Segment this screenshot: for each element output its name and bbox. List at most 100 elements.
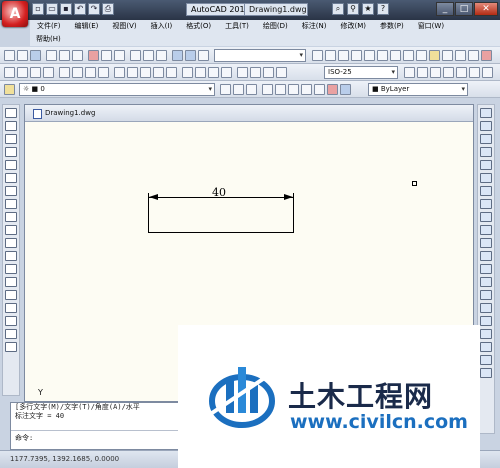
layer-properties-icon[interactable] [4,84,15,95]
extend-icon[interactable] [480,238,492,248]
polyline-draw-icon[interactable] [5,134,17,144]
cloud-icon[interactable] [5,199,17,209]
workspace-combo[interactable] [214,49,306,62]
hatch-draw-icon[interactable] [5,290,17,300]
dim-style-manager-icon[interactable] [404,67,415,78]
lengthen-icon[interactable] [480,355,492,365]
polyline-icon[interactable] [338,50,349,61]
stretch-icon[interactable] [480,212,492,222]
explode-icon[interactable] [480,316,492,326]
array-modify-icon[interactable] [480,160,492,170]
array-icon[interactable] [469,67,480,78]
diameter-icon[interactable] [85,67,96,78]
star-icon[interactable]: ★ [362,3,374,15]
mirror-icon[interactable] [443,67,454,78]
save-tool-icon[interactable] [30,50,41,61]
open-file-icon[interactable]: ▭ [46,3,58,15]
menu-modify[interactable]: 修改(M) [333,20,373,33]
zoom-icon[interactable] [185,50,196,61]
open-icon[interactable] [17,50,28,61]
redo-icon[interactable]: ↷ [88,3,100,15]
aligned-dim-icon[interactable] [17,67,28,78]
spline-draw-icon[interactable] [5,212,17,222]
fillet-icon[interactable] [480,303,492,313]
redo-tool-icon[interactable] [156,50,167,61]
menu-help[interactable]: 帮助(H) [30,33,67,46]
linear-dim-icon[interactable] [4,67,15,78]
menu-parametric[interactable]: 参数(P) [373,20,411,33]
mtext-icon[interactable] [5,342,17,352]
make-block-icon[interactable] [455,50,466,61]
pedit-icon[interactable] [480,329,492,339]
trim-icon[interactable] [480,225,492,235]
menu-dimension[interactable]: 标注(N) [295,20,334,33]
visual-style-wire-icon[interactable] [288,84,299,95]
move-icon[interactable] [417,67,428,78]
join-icon[interactable] [480,277,492,287]
table-icon[interactable] [5,329,17,339]
preview-icon[interactable] [59,50,70,61]
jogged-linear-icon[interactable] [221,67,232,78]
save-icon[interactable]: ▪ [60,3,72,15]
mirror-modify-icon[interactable] [480,134,492,144]
print-icon[interactable]: ⎙ [102,3,114,15]
drawing-tab[interactable]: Drawing1.dwg [25,105,473,122]
revcloud-icon[interactable] [403,50,414,61]
continue-icon[interactable] [140,67,151,78]
dim-break-icon[interactable] [166,67,177,78]
help-icon[interactable]: ? [377,3,389,15]
dimension-line[interactable] [148,197,294,198]
plot-icon[interactable] [46,50,57,61]
publish-icon[interactable] [72,50,83,61]
insert-block-icon[interactable] [442,50,453,61]
rotate-icon[interactable] [482,67,493,78]
ellipse-arc-icon[interactable] [5,238,17,248]
move-modify-icon[interactable] [480,173,492,183]
layer-walk-icon[interactable] [275,84,286,95]
visual-style-conceptual-icon[interactable] [314,84,325,95]
undo-tool-icon[interactable] [143,50,154,61]
dim-space-icon[interactable] [153,67,164,78]
layer-previous-icon[interactable] [233,84,244,95]
menu-window[interactable]: 窗口(W) [411,20,451,33]
paste-icon[interactable] [114,50,125,61]
polygon-draw-icon[interactable] [5,147,17,157]
color-combo[interactable]: ■ ByLayer [368,83,468,96]
close-button[interactable]: ✕ [474,2,498,16]
visual-style-manager-icon[interactable] [340,84,351,95]
zoom-previous-icon[interactable] [198,50,209,61]
pan-icon[interactable] [172,50,183,61]
layer-combo[interactable]: ☼ ■ 0 [19,83,215,96]
rotate-modify-icon[interactable] [480,186,492,196]
properties-icon[interactable] [480,368,492,378]
circle-icon[interactable] [390,50,401,61]
ordinate-icon[interactable] [43,67,54,78]
search-icon[interactable]: ⚲ [347,3,359,15]
break-point-icon[interactable] [480,251,492,261]
cut-icon[interactable] [88,50,99,61]
base-line[interactable] [148,232,294,233]
align-icon[interactable] [480,342,492,352]
center-mark-icon[interactable] [195,67,206,78]
offset-icon[interactable] [456,67,467,78]
layer-state-icon[interactable] [246,84,257,95]
baseline-icon[interactable] [127,67,138,78]
autocad-logo-icon[interactable]: A [2,1,28,27]
extension-line-right[interactable] [293,193,294,233]
point-draw-icon[interactable] [5,277,17,287]
menu-file[interactable]: 文件(F) [30,20,68,33]
dim-style-combo[interactable]: ISO-25 [324,66,398,79]
menu-view[interactable]: 视图(V) [105,20,143,33]
block-make-icon[interactable] [5,264,17,274]
menu-tools[interactable]: 工具(T) [218,20,256,33]
menu-draw[interactable]: 绘图(D) [256,20,295,33]
quick-dim-icon[interactable] [114,67,125,78]
rectangle-draw-icon[interactable] [5,160,17,170]
line-tool-icon[interactable] [312,50,323,61]
line-icon[interactable] [5,108,17,118]
maximize-button[interactable]: □ [455,2,473,16]
arc-icon[interactable] [377,50,388,61]
visual-style-realistic-icon[interactable] [327,84,338,95]
layer-isolate-icon[interactable] [262,84,273,95]
match-properties-icon[interactable] [130,50,141,61]
